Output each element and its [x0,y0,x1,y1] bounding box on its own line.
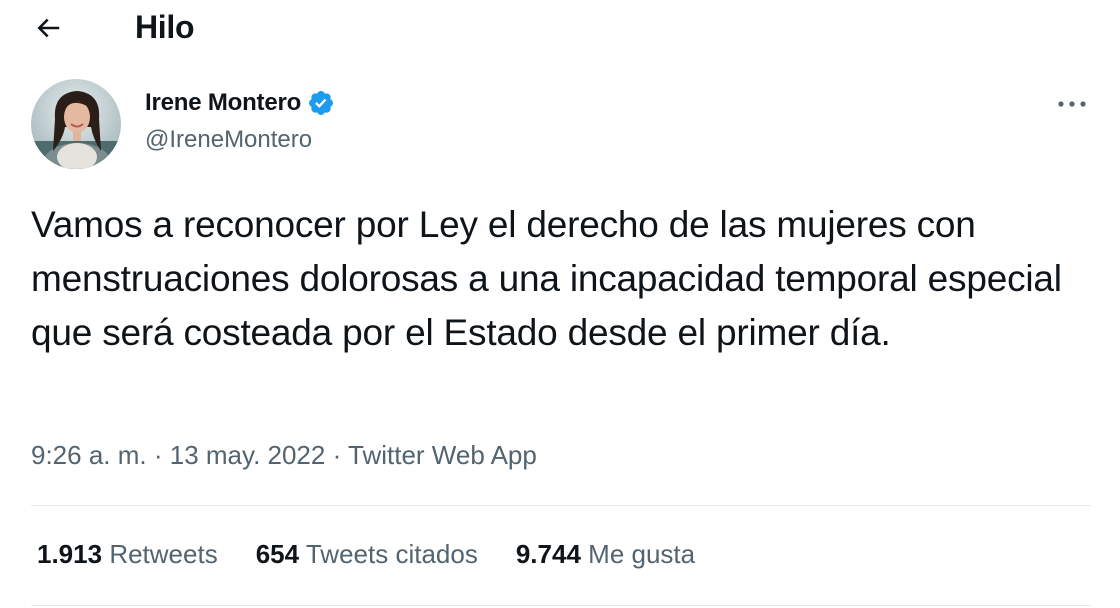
divider [31,505,1091,506]
back-button[interactable] [28,8,68,48]
author-handle[interactable]: @IreneMontero [145,124,312,156]
tweet-metadata: 9:26 a. m. · 13 may. 2022 · Twitter Web … [31,437,537,473]
author-name-row: Irene Montero [145,86,335,120]
tweet-source[interactable]: Twitter Web App [348,440,537,470]
tweet-stats: 1.913 Retweets 654 Tweets citados 9.744 … [37,536,733,572]
verified-badge-icon [309,91,334,115]
page-title: Hilo [135,9,195,45]
meta-separator: · [146,440,170,470]
quote-tweets-stat[interactable]: 654 Tweets citados [256,536,478,572]
avatar[interactable] [31,79,121,169]
likes-count: 9.744 [515,539,581,569]
more-options-button[interactable] [1052,86,1092,122]
divider [31,605,1091,606]
quote-tweets-label: Tweets citados [305,539,478,569]
more-horizontal-icon [1058,101,1086,107]
likes-stat[interactable]: 9.744 Me gusta [516,536,695,572]
quote-tweets-count: 654 [255,539,300,569]
tweet-timestamp[interactable]: 9:26 a. m. [31,440,147,470]
retweets-stat[interactable]: 1.913 Retweets [37,536,218,572]
thread-header: Hilo [0,0,1120,56]
retweets-count: 1.913 [37,539,103,569]
likes-label: Me gusta [588,539,696,569]
retweets-label: Retweets [109,539,218,569]
meta-separator: · [325,440,348,470]
arrow-left-icon [37,18,60,38]
tweet-text: Vamos a reconocer por Ley el derecho de … [31,204,1062,353]
tweet-date[interactable]: 13 may. 2022 [170,440,326,470]
profile-photo [31,79,121,169]
author-name[interactable]: Irene Montero [145,88,301,118]
